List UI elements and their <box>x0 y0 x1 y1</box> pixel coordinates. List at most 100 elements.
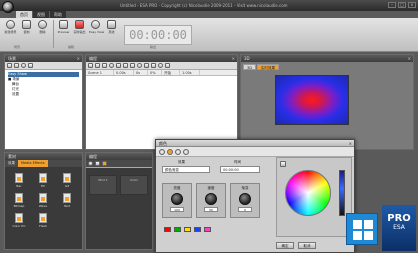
new-scene-label: 新建场景 <box>4 30 17 34</box>
knob-value[interactable]: 100 <box>170 207 184 212</box>
cue-dimmer: 0% <box>148 70 162 75</box>
color-wheel[interactable] <box>285 170 331 216</box>
logo-pane <box>353 220 362 229</box>
live-output-label: 实时输出 <box>73 30 86 34</box>
edit-icon[interactable] <box>21 63 26 68</box>
eyedropper-icon[interactable] <box>280 161 286 167</box>
color-swatch[interactable] <box>184 227 191 232</box>
file-icon <box>15 213 23 223</box>
panel-header: 编程 <box>86 153 152 160</box>
add-icon[interactable] <box>88 63 93 68</box>
add-icon[interactable] <box>7 63 12 68</box>
panel-header: 编程 × <box>86 55 237 62</box>
tab-effects[interactable]: 效果 <box>5 160 18 167</box>
knob-value[interactable]: 50 <box>204 207 218 212</box>
color-swatch[interactable] <box>174 227 181 232</box>
panel-title: 3D <box>244 56 250 61</box>
easy-view-button[interactable]: Easy View <box>89 20 104 34</box>
dialog-toolbar <box>156 147 354 157</box>
effect-preview-canvas[interactable] <box>275 75 349 125</box>
media-item[interactable]: Text <box>59 193 75 208</box>
tab-live-effects[interactable]: 实时效果 <box>257 64 279 70</box>
knob-value[interactable]: 0 <box>238 207 252 212</box>
ribbon-group-label: 场景 <box>14 45 21 49</box>
ribbon-tab-view[interactable]: 视图 <box>33 11 49 18</box>
ok-button[interactable]: 确定 <box>276 242 294 249</box>
preset-select[interactable]: 颜色渐变 <box>162 166 210 173</box>
app-menu-orb-icon[interactable] <box>2 1 14 13</box>
play-icon[interactable] <box>88 161 93 166</box>
cue-fade: 0.00s <box>114 70 134 75</box>
panel-title: 编程 <box>89 154 97 159</box>
media-item[interactable]: Gif <box>59 173 75 188</box>
media-item[interactable]: Bitmap <box>11 193 27 208</box>
media-item[interactable]: Bar <box>11 173 27 188</box>
panel-header: 素材 <box>5 153 82 160</box>
back-icon[interactable] <box>159 149 165 155</box>
stop-icon[interactable] <box>95 161 100 166</box>
file-icon <box>63 193 71 203</box>
play-icon[interactable] <box>109 63 114 68</box>
logo-pane <box>364 231 373 240</box>
tree-item[interactable]: 设置 <box>8 92 79 97</box>
program-column[interactable]: Mod 1 <box>89 175 117 195</box>
media-item[interactable]: Color Pic <box>11 213 27 228</box>
delete-icon[interactable] <box>165 63 170 68</box>
tab-media-effects[interactable]: Media Effects <box>18 160 48 167</box>
minimize-button[interactable]: – <box>388 2 396 8</box>
close-icon[interactable]: × <box>349 140 352 147</box>
delete-button[interactable]: 删除 <box>36 20 49 34</box>
copy-icon[interactable] <box>95 63 100 68</box>
record-icon[interactable] <box>102 161 107 166</box>
ribbon-group-label: 编辑 <box>68 45 75 49</box>
color-mode-icon[interactable] <box>167 149 173 155</box>
cue-row[interactable]: Scene 1 0.00s 0s 0% 开始 1.00s <box>86 70 237 76</box>
ribbon-group-label: 输出 <box>150 45 157 49</box>
program-column[interactable]: Color <box>120 175 148 195</box>
media-item[interactable]: Wave <box>35 193 51 208</box>
brightness-knob[interactable] <box>171 193 183 205</box>
timer-icon[interactable] <box>158 63 163 68</box>
settings-icon[interactable] <box>183 149 189 155</box>
offline-label: 离线 <box>108 30 115 34</box>
brightness-slider[interactable] <box>339 170 345 216</box>
down-icon[interactable] <box>130 63 135 68</box>
edit-icon[interactable] <box>151 63 156 68</box>
color-swatch[interactable] <box>194 227 201 232</box>
cue-name: Scene 1 <box>86 70 114 75</box>
new-scene-button[interactable]: 新建场景 <box>4 20 17 34</box>
color-swatch[interactable] <box>204 227 211 232</box>
close-icon[interactable]: × <box>408 55 411 62</box>
close-button[interactable]: × <box>408 2 416 8</box>
delete-icon[interactable] <box>28 63 33 68</box>
live-output-button[interactable]: 实时输出 <box>73 20 86 34</box>
ribbon-tab-help[interactable]: 帮助 <box>50 11 66 18</box>
time-field[interactable]: 00:00:00 <box>220 166 260 173</box>
fade-knob[interactable] <box>239 193 251 205</box>
paste-icon[interactable] <box>102 63 107 68</box>
close-icon[interactable]: × <box>232 55 235 62</box>
color-swatch[interactable] <box>164 227 171 232</box>
3d-visualizer-panel: 3D × 3D 实时效果 <box>240 54 414 150</box>
media-item[interactable]: Fill <box>35 173 51 188</box>
media-item[interactable]: Flash <box>35 213 51 228</box>
preview-button[interactable]: Preview <box>57 20 70 34</box>
favorite-icon[interactable] <box>175 149 181 155</box>
close-icon[interactable]: × <box>77 55 80 62</box>
window-controls: – □ × <box>388 2 416 8</box>
media-item-label: Wave <box>38 204 48 208</box>
settings-icon[interactable] <box>137 63 142 68</box>
panel-title: 素材 <box>8 154 16 159</box>
folder-icon[interactable] <box>14 63 19 68</box>
maximize-button[interactable]: □ <box>398 2 406 8</box>
up-icon[interactable] <box>123 63 128 68</box>
tab-3d[interactable]: 3D <box>243 64 256 70</box>
knob-label: 渐变 <box>241 186 249 190</box>
speed-knob[interactable] <box>205 193 217 205</box>
offline-button[interactable]: 离线 <box>105 20 118 34</box>
copy-button[interactable]: 复制 <box>20 20 33 34</box>
stop-icon[interactable] <box>116 63 121 68</box>
cancel-button[interactable]: 取消 <box>298 242 316 249</box>
grid-icon[interactable] <box>144 63 149 68</box>
ribbon-tab-home[interactable]: 首页 <box>16 11 32 18</box>
